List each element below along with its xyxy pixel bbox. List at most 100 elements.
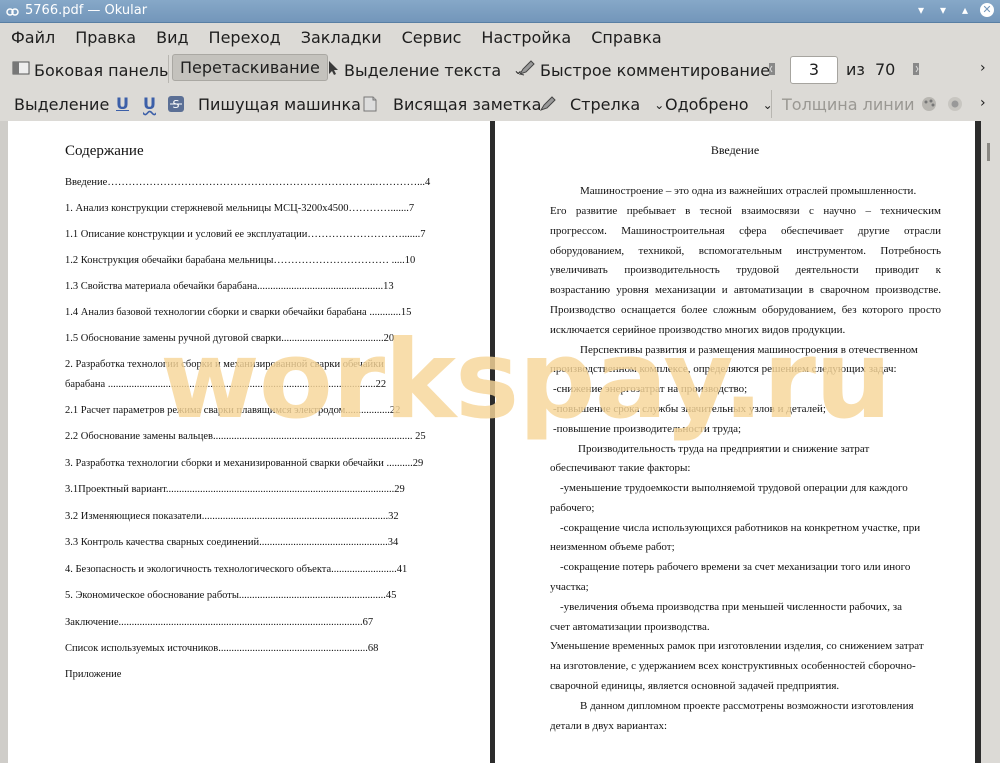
strikeout-icon[interactable]: S bbox=[167, 95, 185, 113]
toc-entry: Приложение bbox=[65, 669, 122, 680]
scrollbar-thumb[interactable] bbox=[987, 143, 990, 161]
paragraph-line: прогрессом. Машиностроительная сфера обе… bbox=[550, 225, 941, 237]
toc-entry: 3.2 Изменяющиеся показатели.............… bbox=[65, 511, 399, 522]
paragraph-line: В данном дипломном проекте рассмотрены в… bbox=[580, 700, 914, 712]
okular-app-icon bbox=[5, 4, 19, 18]
quick-annotation-button[interactable]: Быстрое комментирование bbox=[518, 60, 770, 80]
side-panel-button[interactable]: Боковая панель bbox=[12, 60, 168, 80]
stamp-button[interactable]: Одобрено ⌄ bbox=[665, 95, 773, 114]
toc-entry: Введение…………………………………………………………………..………….… bbox=[65, 177, 431, 188]
text-selection-label: Выделение текста bbox=[344, 60, 502, 80]
page-total-label: 70 bbox=[875, 60, 896, 79]
color-palette-icon[interactable] bbox=[920, 96, 938, 112]
toc-entry: 3. Разработка технологии сборки и механи… bbox=[65, 458, 424, 469]
paragraph-line: -повышение срока службы значительных узл… bbox=[553, 403, 826, 415]
opacity-icon[interactable] bbox=[946, 96, 964, 112]
paragraph-line: -увеличения объема производства при мень… bbox=[560, 601, 902, 613]
toc-entry: 2. Разработка технологии сборки и механи… bbox=[65, 359, 384, 370]
paragraph-line: неизменном объеме работ; bbox=[550, 541, 675, 553]
paragraph-line: детали в двух вариантах: bbox=[550, 720, 668, 732]
toc-entry: 4. Безопасность и экологичность технолог… bbox=[65, 564, 408, 575]
main-toolbar: Боковая панель Перетаскивание Выделение … bbox=[0, 51, 1000, 87]
window-menu-icon[interactable]: ▾ bbox=[914, 3, 928, 17]
toc-heading: Содержание bbox=[65, 143, 144, 159]
toolbar-overflow-icon[interactable]: › bbox=[980, 95, 986, 111]
paragraph-line: участка; bbox=[550, 581, 589, 593]
typewriter-label: Пишущая машинка bbox=[198, 95, 361, 114]
toc-entry: 1.2 Конструкция обечайки барабана мельни… bbox=[65, 255, 416, 266]
paragraph-line: -уменьшение трудоемкости выполняемой тру… bbox=[560, 482, 908, 494]
paragraph-line: сварочной единицы, является основной зад… bbox=[550, 680, 840, 692]
minimize-icon[interactable]: ▾ bbox=[936, 3, 950, 17]
paragraph-line: Уменьшение временных рамок при изготовле… bbox=[550, 640, 924, 652]
browse-tool-label: Перетаскивание bbox=[180, 58, 320, 77]
squiggle-icon[interactable]: U bbox=[143, 94, 156, 113]
menu-bar: Файл Правка Вид Переход Закладки Сервис … bbox=[0, 23, 1000, 51]
sticky-note-button[interactable]: Висящая заметка bbox=[393, 95, 541, 114]
paragraph-line: рабочего; bbox=[550, 502, 595, 514]
paragraph-line: обеспечивают такие факторы: bbox=[550, 462, 691, 474]
paragraph-line: -сокращение числа использующихся работни… bbox=[560, 522, 921, 534]
toc-entry: 1.3 Свойства материала обечайки барабана… bbox=[65, 281, 394, 292]
paragraph-line: увеличивать производительность трудовой … bbox=[550, 264, 941, 276]
typewriter-button[interactable]: Пишущая машинка bbox=[198, 95, 361, 114]
page-number-input[interactable]: 3 bbox=[790, 56, 838, 84]
highlight-button[interactable]: Выделение bbox=[14, 95, 109, 114]
paragraph-line: Производительность труда на предприятии … bbox=[578, 443, 870, 455]
arrow-tool-label: Стрелка bbox=[570, 95, 641, 114]
document-viewport[interactable]: Содержание Введение………………………………………………………… bbox=[0, 121, 1000, 763]
underline-icon[interactable]: U bbox=[116, 94, 129, 113]
paragraph-line: Перспективы развития и размещения машино… bbox=[580, 344, 918, 356]
next-page-icon[interactable] bbox=[912, 62, 920, 76]
page-of-label: из bbox=[846, 60, 865, 79]
freehand-pen-icon[interactable] bbox=[539, 96, 557, 112]
paragraph-line: Машиностроение – это одна из важнейших о… bbox=[580, 185, 917, 197]
menu-file[interactable]: Файл bbox=[0, 28, 64, 47]
menu-settings[interactable]: Настройка bbox=[470, 28, 580, 47]
intro-heading: Введение bbox=[710, 143, 760, 157]
menu-edit[interactable]: Правка bbox=[64, 28, 145, 47]
line-width-label: Толщина линии bbox=[782, 95, 915, 114]
chevron-down-icon[interactable]: ⌄ bbox=[654, 98, 664, 112]
vertical-scrollbar[interactable] bbox=[981, 121, 1000, 763]
toc-entry: 3.1Проектный вариант....................… bbox=[65, 484, 405, 495]
paragraph-line: возрастанию уровня механизации и автомат… bbox=[550, 284, 941, 296]
close-icon[interactable]: ✕ bbox=[980, 3, 994, 17]
toc-entry: Список используемых источников..........… bbox=[65, 643, 379, 654]
toc-entry: 5. Экономическое обоснование работы.....… bbox=[65, 590, 397, 601]
menu-view[interactable]: Вид bbox=[145, 28, 197, 47]
maximize-icon[interactable]: ▴ bbox=[958, 3, 972, 17]
paragraph-line: -сокращение потерь рабочего времени за с… bbox=[560, 561, 911, 573]
side-panel-icon bbox=[12, 60, 30, 80]
menu-go[interactable]: Переход bbox=[198, 28, 290, 47]
paragraph-line: -повышение производительности труда; bbox=[553, 423, 742, 435]
arrow-tool-button[interactable]: Стрелка ⌄ bbox=[570, 95, 664, 114]
side-panel-label: Боковая панель bbox=[34, 60, 169, 80]
toolbar-overflow-icon[interactable]: › bbox=[980, 60, 986, 76]
paragraph-line: Его развитие пребывает в тесной взаимосв… bbox=[550, 205, 941, 217]
toc-entry: 3.3 Контроль качества сварных соединений… bbox=[65, 537, 399, 548]
menu-help[interactable]: Справка bbox=[580, 28, 671, 47]
pdf-page-2: Содержание Введение………………………………………………………… bbox=[8, 121, 490, 763]
browse-tool-button[interactable]: Перетаскивание bbox=[172, 54, 328, 81]
toc-entry: барабана ...............................… bbox=[65, 379, 387, 390]
paragraph-line: на изготовление, с удержанием всех конст… bbox=[550, 660, 916, 672]
paragraph-line: -снижение энергозатрат на производство; bbox=[553, 383, 748, 395]
text-selection-button[interactable]: Выделение текста ⌄ bbox=[328, 60, 523, 80]
toc-entry: 1.5 Обоснование замены ручной дуговой св… bbox=[65, 333, 395, 344]
stamp-label: Одобрено bbox=[665, 95, 749, 114]
paragraph-line: оборудованием, техникой, вспомогательным… bbox=[550, 245, 941, 257]
previous-page-icon[interactable] bbox=[768, 62, 776, 76]
paragraph-line: Производство оснащается более сложным об… bbox=[550, 304, 941, 316]
paragraph-line: производственном комплексе, определяются… bbox=[550, 363, 897, 375]
line-width-button[interactable]: Толщина линии bbox=[782, 95, 915, 114]
pdf-page-3: Введение Машиностроение – это одна из ва… bbox=[495, 121, 975, 763]
paragraph-line: исключается серийное производство многих… bbox=[550, 324, 846, 336]
menu-bookmarks[interactable]: Закладки bbox=[290, 28, 391, 47]
menu-tools[interactable]: Сервис bbox=[391, 28, 471, 47]
window-titlebar[interactable]: 5766.pdf — Okular ▾ ▾ ▴ ✕ bbox=[0, 0, 1000, 23]
toc-entry: 1.1 Описание конструкции и условий ее эк… bbox=[65, 229, 426, 240]
annotation-toolbar: Выделение U U S Пишущая машинка Висящая … bbox=[0, 87, 1000, 122]
toc-entry: 2.2 Обоснование замены вальцев..........… bbox=[65, 431, 426, 442]
sticky-note-icon[interactable] bbox=[363, 96, 377, 112]
